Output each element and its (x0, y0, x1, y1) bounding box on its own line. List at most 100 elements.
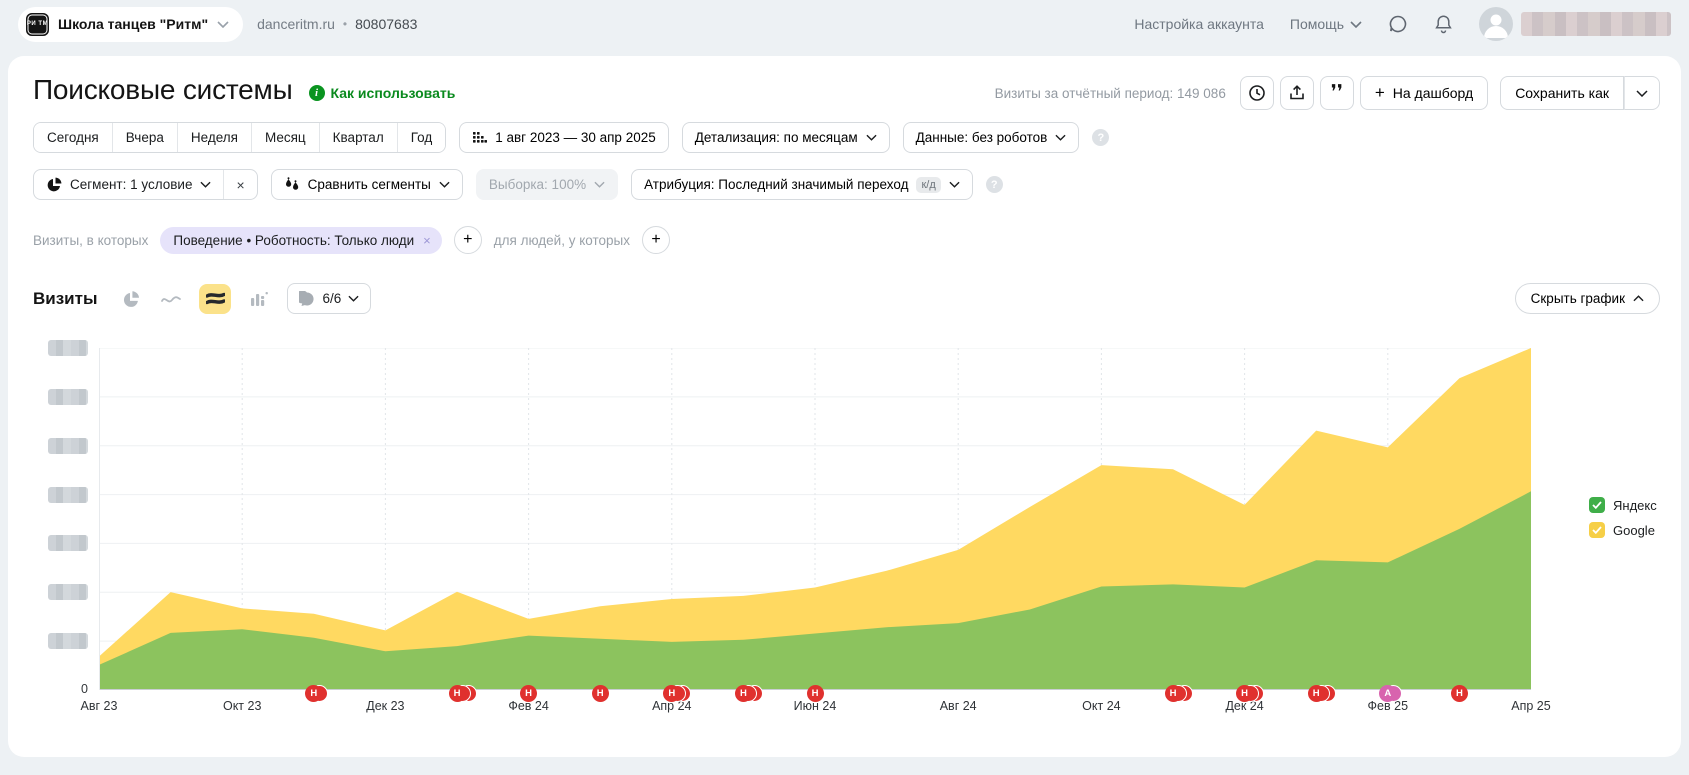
visits-period-total: Визиты за отчётный период: 149 086 (995, 86, 1226, 101)
chevron-down-icon (1636, 90, 1648, 97)
y-axis-label-redacted (48, 438, 88, 454)
date-range-label: 1 авг 2023 — 30 апр 2025 (495, 130, 656, 145)
line-chart-type-button[interactable] (159, 287, 183, 311)
counter-id: 80807683 (355, 16, 417, 32)
event-marker[interactable]: Н (1451, 685, 1468, 702)
plus-icon: + (463, 231, 472, 249)
add-to-dashboard-button[interactable]: + На дашборд (1360, 76, 1488, 110)
event-marker[interactable]: Н (520, 685, 537, 702)
event-marker-letter: Н (735, 685, 752, 702)
chart-title: Визиты (33, 289, 97, 309)
save-as-button[interactable]: Сохранить как (1500, 76, 1624, 110)
attribution-label: Атрибуция: Последний значимый переход (644, 177, 908, 192)
attribution-dropdown[interactable]: Атрибуция: Последний значимый переход к/… (631, 169, 973, 200)
annotations-dropdown[interactable]: 6/6 (287, 283, 371, 314)
event-marker[interactable]: Н (663, 685, 680, 702)
close-icon[interactable]: × (423, 233, 431, 248)
visits-area-chart[interactable] (99, 348, 1531, 690)
save-as-menu-button[interactable] (1624, 76, 1660, 110)
dot-separator: • (343, 17, 347, 31)
compare-segments-label: Сравнить сегменты (308, 177, 431, 192)
save-as-label: Сохранить как (1515, 85, 1609, 101)
add-user-condition-button[interactable]: + (642, 226, 670, 254)
event-marker[interactable]: Н (807, 685, 824, 702)
event-marker[interactable]: Н (449, 685, 466, 702)
x-axis-tick-label: Дек 23 (349, 699, 421, 713)
preset-today[interactable]: Сегодня (34, 123, 112, 152)
event-marker[interactable]: Н (305, 685, 322, 702)
event-marker[interactable]: Н (1165, 685, 1182, 702)
area-chart-type-button[interactable] (199, 284, 231, 314)
date-preset-group: Сегодня Вчера Неделя Месяц Квартал Год (33, 122, 446, 153)
legend-item-яндекс[interactable]: Яндекс (1589, 497, 1657, 513)
compare-segments-dropdown[interactable]: Сравнить сегменты (271, 169, 463, 200)
segment-dropdown[interactable]: Сегмент: 1 условие (34, 170, 223, 199)
sampling-dropdown[interactable]: Выборка: 100% (476, 169, 618, 200)
history-button[interactable] (1240, 76, 1274, 110)
add-visit-condition-button[interactable]: + (454, 226, 482, 254)
event-marker[interactable]: Н (592, 685, 609, 702)
close-icon: × (236, 177, 244, 193)
event-marker-letter: Н (449, 685, 466, 702)
chat-icon[interactable] (1388, 14, 1408, 34)
preset-quarter[interactable]: Квартал (319, 123, 397, 152)
event-marker-letter: Н (1236, 685, 1253, 702)
segment-chip[interactable]: Поведение • Роботность: Только люди × (160, 227, 441, 254)
y-axis-label-redacted (48, 584, 88, 600)
counter-switcher[interactable]: РИ ТМ Школа танцев "Ритм" (18, 7, 243, 42)
question-icon[interactable]: ? (1092, 129, 1109, 146)
export-button[interactable] (1280, 76, 1314, 110)
legend-item-google[interactable]: Google (1589, 522, 1657, 538)
preset-month[interactable]: Месяц (251, 123, 319, 152)
chevron-down-icon (348, 295, 359, 302)
segment-control-group: Сегмент: 1 условие × (33, 169, 258, 200)
pie-chart-type-button[interactable] (119, 287, 143, 311)
counter-domain: danceritm.ru (257, 16, 335, 32)
preset-week[interactable]: Неделя (177, 123, 251, 152)
page-title: Поисковые системы (33, 74, 293, 106)
annotations-count: 6/6 (322, 291, 341, 306)
data-mode-label: Данные: без роботов (916, 130, 1048, 145)
date-range-button[interactable]: 1 авг 2023 — 30 апр 2025 (459, 122, 669, 153)
checkbox-checked-icon[interactable] (1589, 522, 1605, 538)
bell-icon[interactable] (1434, 14, 1453, 34)
data-mode-dropdown[interactable]: Данные: без роботов (903, 122, 1080, 153)
event-marker[interactable]: Н (1308, 685, 1325, 702)
preset-yesterday[interactable]: Вчера (112, 123, 177, 152)
event-marker-letter: Н (1451, 685, 1468, 702)
checkbox-checked-icon[interactable] (1589, 497, 1605, 513)
y-axis-label-redacted (48, 389, 88, 405)
y-axis-label-redacted (48, 535, 88, 551)
chart-legend: Яндекс Google (1589, 497, 1657, 538)
x-axis-tick-label: Окт 23 (206, 699, 278, 713)
chevron-up-icon (1633, 295, 1644, 302)
chevron-down-icon (1350, 21, 1362, 28)
event-marker[interactable]: А (1379, 685, 1396, 702)
counter-meta: danceritm.ru • 80807683 (257, 16, 417, 32)
help-menu[interactable]: Помощь (1290, 16, 1362, 32)
pie-chart-icon (122, 290, 140, 308)
segment-prefix-label: Визиты, в которых (33, 233, 148, 248)
bar-chart-type-button[interactable] (247, 287, 271, 311)
granularity-dropdown[interactable]: Детализация: по месяцам (682, 122, 890, 153)
report-panel: Поисковые системы i Как использовать Виз… (8, 56, 1681, 757)
x-axis-tick-label: Апр 25 (1495, 699, 1567, 713)
avatar[interactable] (1479, 7, 1513, 41)
how-to-use-link[interactable]: i Как использовать (309, 85, 456, 101)
comments-button[interactable]: ❜❜ (1320, 76, 1354, 110)
quotes-icon: ❜❜ (1331, 86, 1343, 100)
y-axis-label-redacted (48, 340, 88, 356)
legend-label: Яндекс (1613, 498, 1657, 513)
event-marker[interactable]: Н (735, 685, 752, 702)
event-marker[interactable]: Н (1236, 685, 1253, 702)
hide-chart-button[interactable]: Скрыть график (1515, 283, 1660, 314)
segment-clear-button[interactable]: × (223, 170, 256, 199)
x-axis-tick-label: Авг 23 (63, 699, 135, 713)
account-settings-link[interactable]: Настройка аккаунта (1134, 16, 1264, 32)
chevron-down-icon (594, 181, 605, 188)
counter-logo-icon: РИ ТМ (26, 13, 49, 36)
question-icon[interactable]: ? (986, 176, 1003, 193)
legend-label: Google (1613, 523, 1655, 538)
preset-year[interactable]: Год (397, 123, 446, 152)
segment-chip-label: Поведение • Роботность: Только люди (173, 233, 414, 248)
